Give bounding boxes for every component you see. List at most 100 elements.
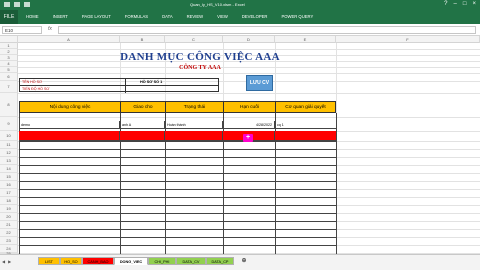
- table-row-border: [19, 157, 336, 158]
- cell-task-content[interactable]: demo: [19, 121, 120, 129]
- cell-deadline[interactable]: 4/28/2022: [223, 121, 275, 129]
- table-row-border: [19, 229, 336, 230]
- row-header[interactable]: 17: [0, 189, 18, 197]
- fx-icon[interactable]: fx: [48, 26, 52, 32]
- column-header-b[interactable]: B: [120, 36, 165, 43]
- sheet-tab-chi-phi[interactable]: CHI_PHI: [148, 257, 176, 265]
- header-status: Trạng thái: [166, 102, 224, 113]
- sheet-tab-data-cp[interactable]: DATA_CP: [206, 257, 234, 265]
- table-row-border: [19, 173, 336, 174]
- ribbon: FILE HOME INSERT PAGE LAYOUT FORMULAS DA…: [0, 10, 480, 24]
- row-header[interactable]: 19: [0, 205, 18, 213]
- table-row-highlighted[interactable]: [19, 131, 336, 141]
- row-header[interactable]: 23: [0, 237, 18, 245]
- sheet-tab-data-cv[interactable]: DATA_CV: [176, 257, 206, 265]
- redo-icon[interactable]: [24, 2, 30, 7]
- cell-agency[interactable]: cq 1: [275, 121, 334, 129]
- tab-power-query[interactable]: POWER QUERY: [281, 10, 313, 24]
- info-row-name: TÊN HỒ SƠ HỒ SƠ SỐ 1: [20, 79, 218, 86]
- minimize-icon[interactable]: –: [454, 1, 457, 8]
- sheet-tab-ho-so[interactable]: HO_SO: [60, 257, 82, 265]
- grid-row-line: [18, 49, 480, 50]
- task-table-header: Nội dung công việc Giao cho Trạng thái H…: [19, 101, 336, 113]
- save-icon[interactable]: [4, 2, 10, 7]
- table-row-border: [19, 245, 336, 246]
- table-row-border: [19, 205, 336, 206]
- row-header[interactable]: 22: [0, 229, 18, 237]
- column-header-f[interactable]: F: [336, 36, 480, 43]
- info-box: TÊN HỒ SƠ HỒ SƠ SỐ 1 TIẾN ĐỘ HỒ SƠ: [19, 78, 219, 93]
- cell-agency[interactable]: [275, 131, 334, 141]
- add-sheet-icon[interactable]: ⊕: [240, 257, 248, 265]
- tab-review[interactable]: REVIEW: [187, 10, 204, 24]
- row-header[interactable]: 18: [0, 197, 18, 205]
- save-task-button[interactable]: LƯU CV: [246, 75, 273, 91]
- tab-developer[interactable]: DEVELOPER: [242, 10, 268, 24]
- tab-data[interactable]: DATA: [162, 10, 173, 24]
- file-tab[interactable]: FILE: [0, 10, 18, 24]
- maximize-icon[interactable]: □: [463, 1, 467, 8]
- row-header[interactable]: 15: [0, 173, 18, 181]
- tab-page-layout[interactable]: PAGE LAYOUT: [82, 10, 111, 24]
- row-header[interactable]: 9: [0, 117, 18, 131]
- header-assigned-to: Giao cho: [121, 102, 166, 113]
- table-row-border: [19, 181, 336, 182]
- row-header[interactable]: 13: [0, 157, 18, 165]
- column-header-c[interactable]: C: [165, 36, 223, 43]
- table-row-border: [19, 165, 336, 166]
- sheet-tab-canh-bao[interactable]: CANH_BAO: [82, 257, 114, 265]
- table-row-border: [19, 189, 336, 190]
- cell-status[interactable]: [165, 131, 223, 141]
- table-row-border: [19, 197, 336, 198]
- cell-assigned-to[interactable]: anh A: [120, 121, 165, 129]
- sheet-tab-dong-viec[interactable]: DONG_VIEC: [114, 257, 148, 265]
- tab-home[interactable]: HOME: [26, 10, 39, 24]
- row-header[interactable]: 16: [0, 181, 18, 189]
- row-header[interactable]: 6: [0, 73, 18, 81]
- info-divider: [125, 79, 126, 93]
- sheet-subtitle: CÔNG TY AAA: [179, 65, 221, 71]
- header-task-content: Nội dung công việc: [20, 102, 121, 113]
- help-icon[interactable]: ?: [444, 1, 447, 8]
- header-deadline: Hạn cuối: [224, 102, 276, 113]
- row-header[interactable]: 8: [0, 93, 18, 117]
- undo-icon[interactable]: [14, 2, 20, 7]
- row-header[interactable]: 10: [0, 131, 18, 141]
- mouse-cursor-icon: +: [243, 134, 253, 142]
- select-all-corner[interactable]: [0, 36, 18, 43]
- tab-view[interactable]: VIEW: [217, 10, 228, 24]
- record-name-value[interactable]: HỒ SƠ SỐ 1: [140, 80, 162, 84]
- column-header-d[interactable]: D: [223, 36, 275, 43]
- table-row-border: [19, 221, 336, 222]
- grid-row-line: [18, 73, 480, 74]
- progress-label: TIẾN ĐỘ HỒ SƠ: [22, 87, 50, 91]
- grid-row-line: [18, 117, 480, 118]
- cell-status[interactable]: Hoàn thành: [165, 121, 223, 129]
- table-row-border: [19, 141, 336, 142]
- grid-row-line: [18, 93, 480, 94]
- prev-sheet-icon[interactable]: ◀: [2, 259, 5, 264]
- row-header[interactable]: 12: [0, 149, 18, 157]
- tab-insert[interactable]: INSERT: [53, 10, 68, 24]
- sheet-tab-list[interactable]: LIST: [38, 257, 60, 265]
- next-sheet-icon[interactable]: ▶: [8, 259, 11, 264]
- column-header-a[interactable]: A: [18, 36, 120, 43]
- row-header[interactable]: 21: [0, 221, 18, 229]
- info-row-progress: TIẾN ĐỘ HỒ SƠ: [20, 86, 218, 93]
- sheet-nav: ◀ ▶: [2, 259, 11, 264]
- row-header[interactable]: 14: [0, 165, 18, 173]
- formula-input[interactable]: [58, 26, 476, 34]
- table-row-border: [19, 213, 336, 214]
- tab-formulas[interactable]: FORMULAS: [125, 10, 148, 24]
- cell-task-content[interactable]: [19, 131, 120, 141]
- row-header[interactable]: 11: [0, 141, 18, 149]
- cell-assigned-to[interactable]: [120, 131, 165, 141]
- row-header[interactable]: 20: [0, 213, 18, 221]
- table-row[interactable]: demo anh A Hoàn thành 4/28/2022 cq 1: [19, 121, 336, 129]
- formula-bar: E10 fx: [0, 24, 480, 36]
- title-bar: Quan_ly_HS_V10.xlsm - Excel ? – □ ×: [0, 0, 480, 10]
- name-box[interactable]: E10: [2, 26, 42, 34]
- close-icon[interactable]: ×: [472, 1, 476, 8]
- column-header-e[interactable]: E: [275, 36, 336, 43]
- row-header[interactable]: 7: [0, 81, 18, 93]
